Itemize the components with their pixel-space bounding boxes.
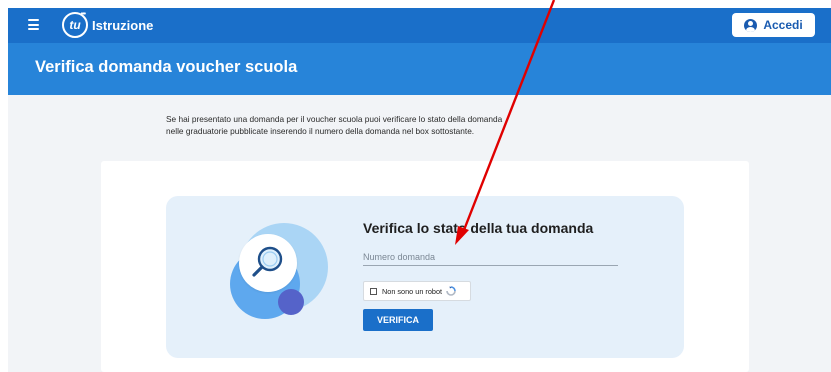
user-icon: [744, 18, 758, 32]
content-card: Verifica lo stato della tua domanda Non …: [101, 161, 749, 372]
logo-mark-text: tu: [69, 18, 81, 32]
login-label: Accedi: [763, 18, 803, 32]
logo-mark: tu •••: [62, 11, 88, 38]
recaptcha-icon: [446, 286, 456, 296]
form-title: Verifica lo stato della tua domanda: [363, 220, 594, 236]
site-logo[interactable]: tu ••• Istruzione: [62, 11, 153, 39]
login-button[interactable]: Accedi: [732, 13, 815, 37]
verify-button[interactable]: VERIFICA: [363, 309, 433, 331]
captcha-checkbox[interactable]: [370, 287, 377, 295]
intro-text: Se hai presentato una domanda per il vou…: [166, 114, 586, 137]
magnifier-icon: [252, 246, 283, 277]
browser-viewport: tu ••• Istruzione Accedi Verifica domand…: [8, 8, 831, 372]
menu-icon[interactable]: [28, 19, 39, 30]
logo-text: Istruzione: [92, 17, 154, 33]
recaptcha-widget[interactable]: Non sono un robot: [363, 281, 471, 301]
page-header: Verifica domanda voucher scuola: [8, 43, 831, 95]
page-title: Verifica domanda voucher scuola: [35, 58, 298, 76]
illustration: [226, 216, 336, 336]
top-navbar: tu ••• Istruzione Accedi: [8, 8, 831, 43]
illustration-circle-dark: [278, 289, 304, 315]
intro-line-1: Se hai presentato una domanda per il vou…: [166, 114, 503, 124]
captcha-label: Non sono un robot: [382, 286, 443, 296]
intro-line-2: nelle graduatorie pubblicate inserendo i…: [166, 125, 475, 136]
logo-dots: •••: [80, 11, 86, 18]
application-number-input[interactable]: [363, 248, 618, 266]
verify-panel: Verifica lo stato della tua domanda Non …: [166, 196, 684, 358]
